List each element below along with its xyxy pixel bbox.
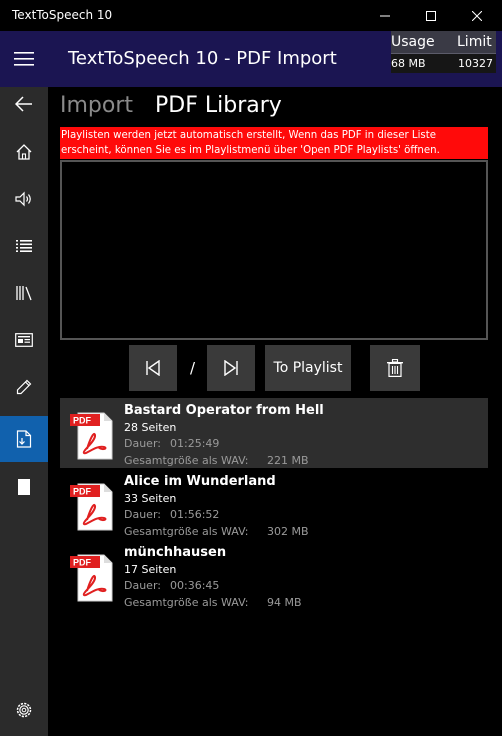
hamburger-icon <box>14 52 34 66</box>
pdf-size-label: Gesamtgröße als WAV: <box>124 525 249 538</box>
sidebar-item-edit[interactable] <box>0 364 48 410</box>
pdf-duration: 00:36:45 <box>170 579 220 592</box>
page-title: TextToSpeech 10 - PDF Import <box>68 48 337 69</box>
info-banner-text: Playlisten werden jetzt automatisch erst… <box>61 130 440 156</box>
pdf-title: münchhausen <box>124 545 227 560</box>
library-icon <box>16 286 32 301</box>
close-icon <box>472 10 482 21</box>
pdf-file-icon: PDF <box>70 412 113 460</box>
pdf-size: 94 MB <box>267 596 302 609</box>
pdf-pages: 17 Seiten <box>124 563 177 576</box>
tab-pdf-library[interactable]: PDF Library <box>155 93 282 118</box>
main-content: Import PDF Library Playlisten werden jet… <box>48 87 502 736</box>
to-playlist-label: To Playlist <box>273 360 343 376</box>
newspaper-icon <box>15 333 33 347</box>
page-separator: / <box>190 359 196 377</box>
hamburger-menu-button[interactable] <box>0 31 48 87</box>
pdf-pages: 28 Seiten <box>124 421 177 434</box>
svg-text:PDF: PDF <box>73 487 92 497</box>
close-button[interactable] <box>454 0 500 31</box>
pdf-duration: 01:56:52 <box>170 508 220 521</box>
sidebar-item-back[interactable] <box>0 81 48 127</box>
minimize-button[interactable] <box>362 0 408 31</box>
next-button[interactable] <box>207 345 255 391</box>
pencil-icon <box>16 379 32 395</box>
pdf-size-label: Gesamtgröße als WAV: <box>124 596 249 609</box>
usage-value: 68 MB <box>391 57 426 70</box>
app-header: TextToSpeech 10 - PDF Import Usage Limit… <box>0 31 502 87</box>
pdf-title: Alice im Wunderland <box>124 474 276 489</box>
window-title: TextToSpeech 10 <box>12 8 113 22</box>
home-icon <box>16 144 32 160</box>
usage-panel: Usage Limit 68 MB 10327 <box>391 31 496 73</box>
svg-text:PDF: PDF <box>73 416 92 426</box>
previous-button[interactable] <box>129 345 177 391</box>
playlist-preview-area[interactable] <box>60 160 488 340</box>
limit-label: Limit <box>457 34 492 50</box>
limit-value: 10327 <box>458 57 493 70</box>
sidebar-item-home[interactable] <box>0 129 48 175</box>
pdf-duration: 01:25:49 <box>170 437 220 450</box>
pdf-duration-label: Dauer: <box>124 579 161 592</box>
pdf-file-icon: PDF <box>70 554 113 602</box>
pdf-duration-label: Dauer: <box>124 437 161 450</box>
sidebar-item-speech[interactable] <box>0 176 48 222</box>
skip-previous-icon <box>146 360 160 376</box>
document-icon <box>18 479 30 495</box>
sidebar-item-list[interactable] <box>0 223 48 269</box>
sidebar-item-settings[interactable] <box>0 687 48 733</box>
to-playlist-button[interactable]: To Playlist <box>265 345 351 391</box>
speaker-icon <box>15 191 31 207</box>
skip-next-icon <box>224 360 238 376</box>
pdf-duration-label: Dauer: <box>124 508 161 521</box>
settings-icon <box>16 702 32 718</box>
svg-text:PDF: PDF <box>73 558 92 568</box>
trash-icon <box>387 359 403 377</box>
usage-label: Usage <box>391 34 435 50</box>
pdf-size-label: Gesamtgröße als WAV: <box>124 454 249 467</box>
info-banner: Playlisten werden jetzt automatisch erst… <box>60 127 488 159</box>
maximize-icon <box>426 10 436 21</box>
back-arrow-icon <box>15 96 32 112</box>
pdf-list-item[interactable]: PDF Bastard Operator from Hell 28 Seiten… <box>60 398 488 468</box>
sidebar <box>0 87 48 736</box>
sidebar-item-library[interactable] <box>0 270 48 316</box>
pdf-title: Bastard Operator from Hell <box>124 403 324 418</box>
maximize-button[interactable] <box>408 0 454 31</box>
pdf-file-icon: PDF <box>70 483 113 531</box>
tab-import[interactable]: Import <box>60 93 133 118</box>
sidebar-item-document[interactable] <box>0 464 48 510</box>
window-titlebar: TextToSpeech 10 <box>0 0 502 31</box>
pdf-list-item[interactable]: PDF münchhausen 17 Seiten Dauer: 00:36:4… <box>60 540 488 610</box>
pdf-size: 221 MB <box>267 454 309 467</box>
pdf-list-item[interactable]: PDF Alice im Wunderland 33 Seiten Dauer:… <box>60 469 488 539</box>
pdf-size: 302 MB <box>267 525 309 538</box>
pdf-import-icon <box>16 430 32 448</box>
list-icon <box>16 240 32 252</box>
sidebar-item-news[interactable] <box>0 317 48 363</box>
delete-button[interactable] <box>370 345 420 391</box>
sidebar-item-pdf-import[interactable] <box>0 416 48 462</box>
minimize-icon <box>380 15 390 16</box>
pdf-pages: 33 Seiten <box>124 492 177 505</box>
